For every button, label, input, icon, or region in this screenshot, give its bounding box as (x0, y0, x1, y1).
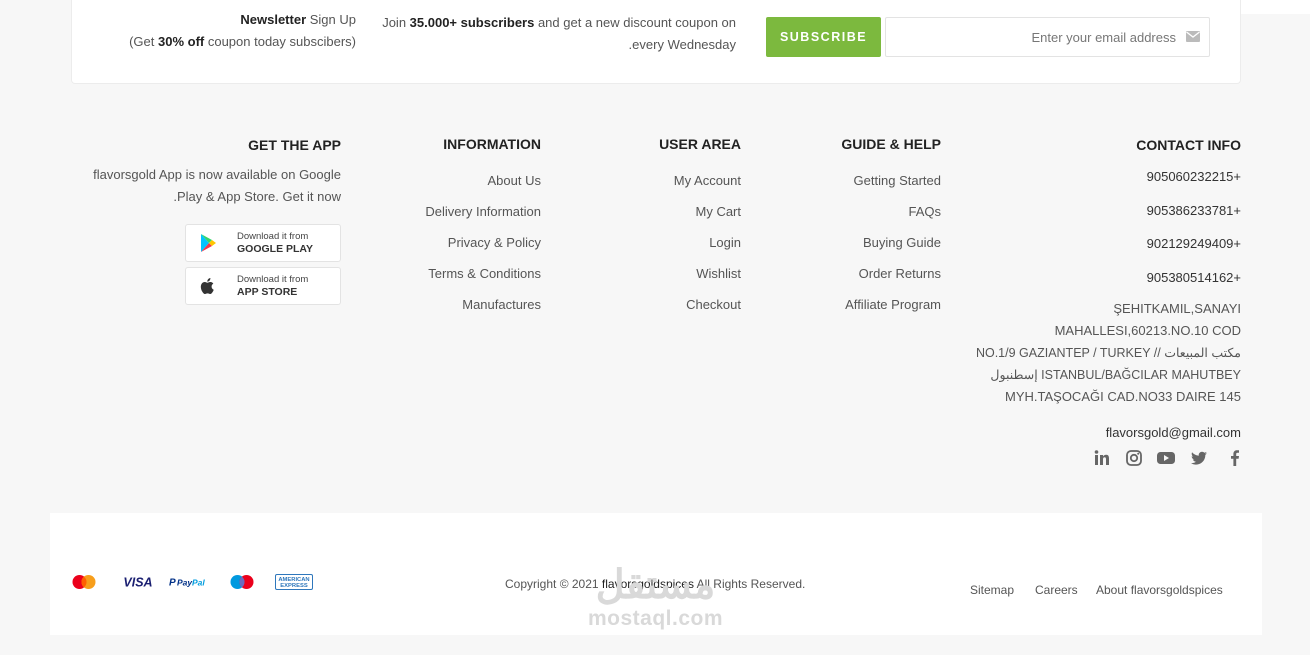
google-play-button[interactable]: Download it from GOOGLE PLAY (185, 224, 341, 262)
link-my-cart[interactable]: My Cart (696, 204, 742, 219)
link-wishlist[interactable]: Wishlist (696, 266, 741, 281)
link-affiliate-program[interactable]: Affiliate Program (845, 297, 941, 312)
american-express-icon: AMERICAN EXPRESS (275, 574, 313, 590)
contact-title: CONTACT INFO (1136, 137, 1241, 153)
newsletter-offer: (Get 30% off coupon today subscibers) (129, 34, 356, 49)
mail-icon (1186, 31, 1200, 42)
link-sitemap[interactable]: Sitemap (970, 583, 1014, 597)
email-field (885, 17, 1210, 57)
link-about-flavorsgoldspices[interactable]: About flavorsgoldspices (1096, 583, 1223, 597)
svg-text:Pal: Pal (192, 578, 205, 588)
link-login[interactable]: Login (709, 235, 741, 250)
subscribe-button[interactable]: SUBSCRIBE (766, 17, 881, 57)
svg-text:Pay: Pay (177, 578, 193, 588)
copyright-pre: Copyright © 2021 (505, 577, 602, 591)
guide-help-title: GUIDE & HELP (841, 136, 941, 152)
google-play-icon (201, 234, 216, 252)
contact-address-1: ŞEHITKAMIL,SANAYI (1113, 301, 1241, 316)
information-title: INFORMATION (443, 136, 541, 152)
link-careers[interactable]: Careers (1035, 583, 1078, 597)
user-area-title: USER AREA (659, 136, 741, 152)
link-manufactures[interactable]: Manufactures (462, 297, 541, 312)
copyright-post: All Rights Reserved. (693, 577, 806, 591)
get-app-title: GET THE APP (248, 137, 341, 153)
link-getting-started[interactable]: Getting Started (854, 173, 941, 188)
google-play-line2: GOOGLE PLAY (237, 243, 314, 255)
email-input[interactable] (886, 18, 1182, 56)
link-checkout[interactable]: Checkout (686, 297, 741, 312)
app-store-line1: Download it from (237, 274, 309, 285)
contact-phone-2: 905386233781+ (1146, 203, 1241, 218)
instagram-icon[interactable] (1125, 449, 1143, 467)
bottom-bar: VISA P Pay Pal AMERICAN EXPRESS Copyrigh… (50, 513, 1262, 635)
twitter-icon[interactable] (1190, 449, 1208, 467)
link-my-account[interactable]: My Account (674, 173, 741, 188)
contact-address-4: إسطنبول ISTANBUL/BAĞCILAR MAHUTBEY (990, 368, 1241, 382)
link-privacy-policy[interactable]: Privacy & Policy (448, 235, 541, 250)
contact-address-2: MAHALLESI,60213.NO.10 COD (1054, 323, 1241, 338)
youtube-icon[interactable] (1156, 449, 1176, 467)
contact-phone-4: 905380514162+ (1146, 270, 1241, 285)
get-app-text-2: Play & App Store. Get it now. (173, 189, 341, 204)
link-buying-guide[interactable]: Buying Guide (863, 235, 941, 250)
maestro-icon (230, 575, 254, 589)
google-play-line1: Download it from (237, 231, 309, 242)
contact-phone-3: 902129249409+ (1146, 236, 1241, 251)
app-store-button[interactable]: Download it from APP STORE (185, 267, 341, 305)
visa-icon: VISA (123, 576, 152, 590)
app-store-line2: APP STORE (237, 286, 298, 298)
paypal-icon: P Pay Pal (169, 578, 205, 589)
copyright-text: Copyright © 2021 flavorsgoldspices All R… (505, 577, 805, 591)
link-order-returns[interactable]: Order Returns (859, 266, 941, 281)
link-faqs[interactable]: FAQs (908, 204, 941, 219)
link-delivery-information[interactable]: Delivery Information (425, 204, 541, 219)
contact-phone-1: 905060232215+ (1146, 169, 1241, 184)
svg-text:P: P (169, 578, 176, 589)
newsletter-description: Join 35.000+ subscribers and get a new d… (382, 15, 736, 52)
link-about-us[interactable]: About Us (488, 173, 541, 188)
apple-icon (200, 278, 214, 295)
top-strip (1240, 0, 1310, 14)
facebook-icon[interactable] (1226, 449, 1244, 467)
contact-address-3: NO.1/9 GAZIANTEP / TURKEY // مكتب المبيع… (975, 346, 1241, 360)
contact-email[interactable]: flavorsgold@gmail.com (1106, 425, 1241, 440)
get-app-text-1: flavorsgold App is now available on Goog… (93, 167, 341, 182)
newsletter-box: Newsletter Sign Up (Get 30% off coupon t… (71, 0, 1241, 84)
contact-address-5: MYH.TAŞOCAĞI CAD.NO33 DAIRE 145 (1005, 389, 1241, 404)
copyright-brand: flavorsgoldspices (601, 577, 694, 591)
linkedin-icon[interactable] (1093, 449, 1111, 467)
mastercard-icon (72, 575, 96, 589)
link-terms-conditions[interactable]: Terms & Conditions (428, 266, 541, 281)
svg-text:VISA: VISA (123, 576, 152, 590)
svg-text:EXPRESS: EXPRESS (280, 583, 308, 589)
newsletter-title: Newsletter Sign Up (240, 12, 356, 27)
